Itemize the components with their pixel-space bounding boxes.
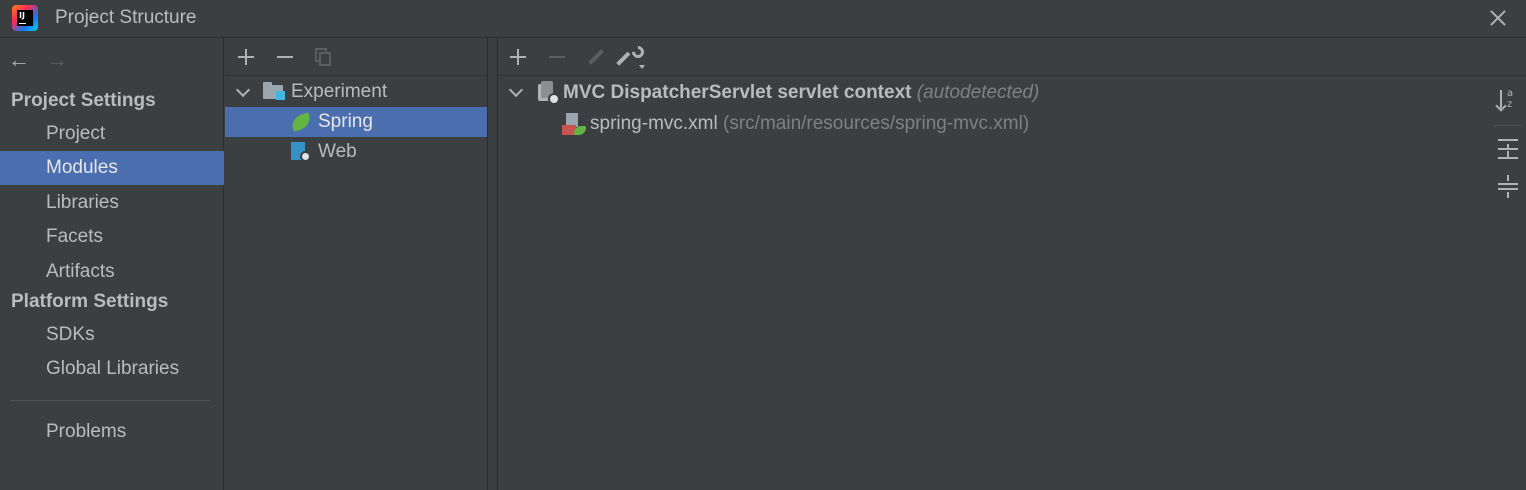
remove-icon[interactable] (272, 44, 298, 70)
add-context-icon[interactable] (505, 44, 531, 70)
edit-pencil-icon[interactable] (583, 44, 609, 70)
nav-item-modules[interactable]: Modules (0, 151, 224, 185)
nav-item-global-libraries[interactable]: Global Libraries (0, 352, 224, 386)
sort-icon-letters: a z (1507, 88, 1514, 110)
tree-node-web[interactable]: Web (225, 137, 487, 167)
sort-alphabetically-icon[interactable]: a z (1495, 88, 1520, 112)
module-folder-icon (263, 82, 285, 100)
nav-item-project[interactable]: Project (0, 117, 224, 151)
intellij-app-icon: IJ (12, 5, 38, 31)
app-icon-text: IJ (19, 11, 25, 20)
config-file-name: spring-mvc.xml (590, 113, 718, 134)
config-file-text: spring-mvc.xml (src/main/resources/sprin… (590, 109, 1029, 139)
wrench-settings-icon[interactable] (616, 43, 648, 70)
chevron-down-icon[interactable] (235, 82, 251, 98)
context-label: MVC DispatcherServlet servlet context (563, 82, 912, 103)
tree-node-label: Web (318, 141, 357, 162)
spring-leaf-icon (289, 112, 313, 132)
module-tree-toolbar (225, 38, 487, 76)
title-bar: IJ Project Structure (0, 0, 1526, 38)
forward-arrow-icon[interactable]: → (44, 48, 70, 74)
module-tree-panel: Experiment Spring Web (225, 38, 488, 490)
spring-xml-file-icon (562, 113, 586, 135)
nav-divider (10, 400, 210, 401)
settings-sidebar: ← → Project Settings Project Modules Lib… (0, 38, 224, 490)
web-facet-icon (291, 142, 311, 162)
nav-item-sdks[interactable]: SDKs (0, 318, 224, 352)
project-settings-header: Project Settings (11, 90, 156, 111)
close-icon[interactable] (1484, 4, 1512, 32)
servlet-context-icon (536, 81, 560, 105)
tree-node-label: Spring (318, 111, 373, 132)
nav-item-problems[interactable]: Problems (0, 415, 224, 449)
tree-node-spring[interactable]: Spring (225, 107, 487, 137)
spring-facet-toolbar (498, 38, 1526, 76)
platform-settings-header: Platform Settings (11, 291, 169, 312)
spring-facet-panel: MVC DispatcherServlet servlet context (a… (497, 38, 1526, 490)
config-file-path: (src/main/resources/spring-mvc.xml) (723, 113, 1030, 134)
context-row[interactable]: MVC DispatcherServlet servlet context (a… (498, 78, 1458, 108)
nav-item-facets[interactable]: Facets (0, 220, 224, 254)
add-icon[interactable] (233, 44, 259, 70)
side-toolbar-divider (1494, 125, 1522, 126)
tree-node-experiment[interactable]: Experiment (225, 77, 487, 107)
chevron-down-icon[interactable] (508, 82, 524, 98)
config-file-row[interactable]: spring-mvc.xml (src/main/resources/sprin… (498, 109, 1458, 139)
expand-all-icon[interactable] (1496, 137, 1520, 161)
context-note: (autodetected) (916, 82, 1040, 103)
collapse-all-icon[interactable] (1496, 175, 1520, 199)
copy-icon[interactable] (311, 44, 337, 70)
nav-item-artifacts[interactable]: Artifacts (0, 255, 224, 289)
back-arrow-icon[interactable]: ← (6, 48, 32, 74)
context-row-text: MVC DispatcherServlet servlet context (a… (563, 78, 1039, 108)
remove-context-icon[interactable] (544, 44, 570, 70)
window-title: Project Structure (55, 7, 197, 28)
tree-node-label: Experiment (291, 81, 388, 102)
nav-item-libraries[interactable]: Libraries (0, 186, 224, 220)
